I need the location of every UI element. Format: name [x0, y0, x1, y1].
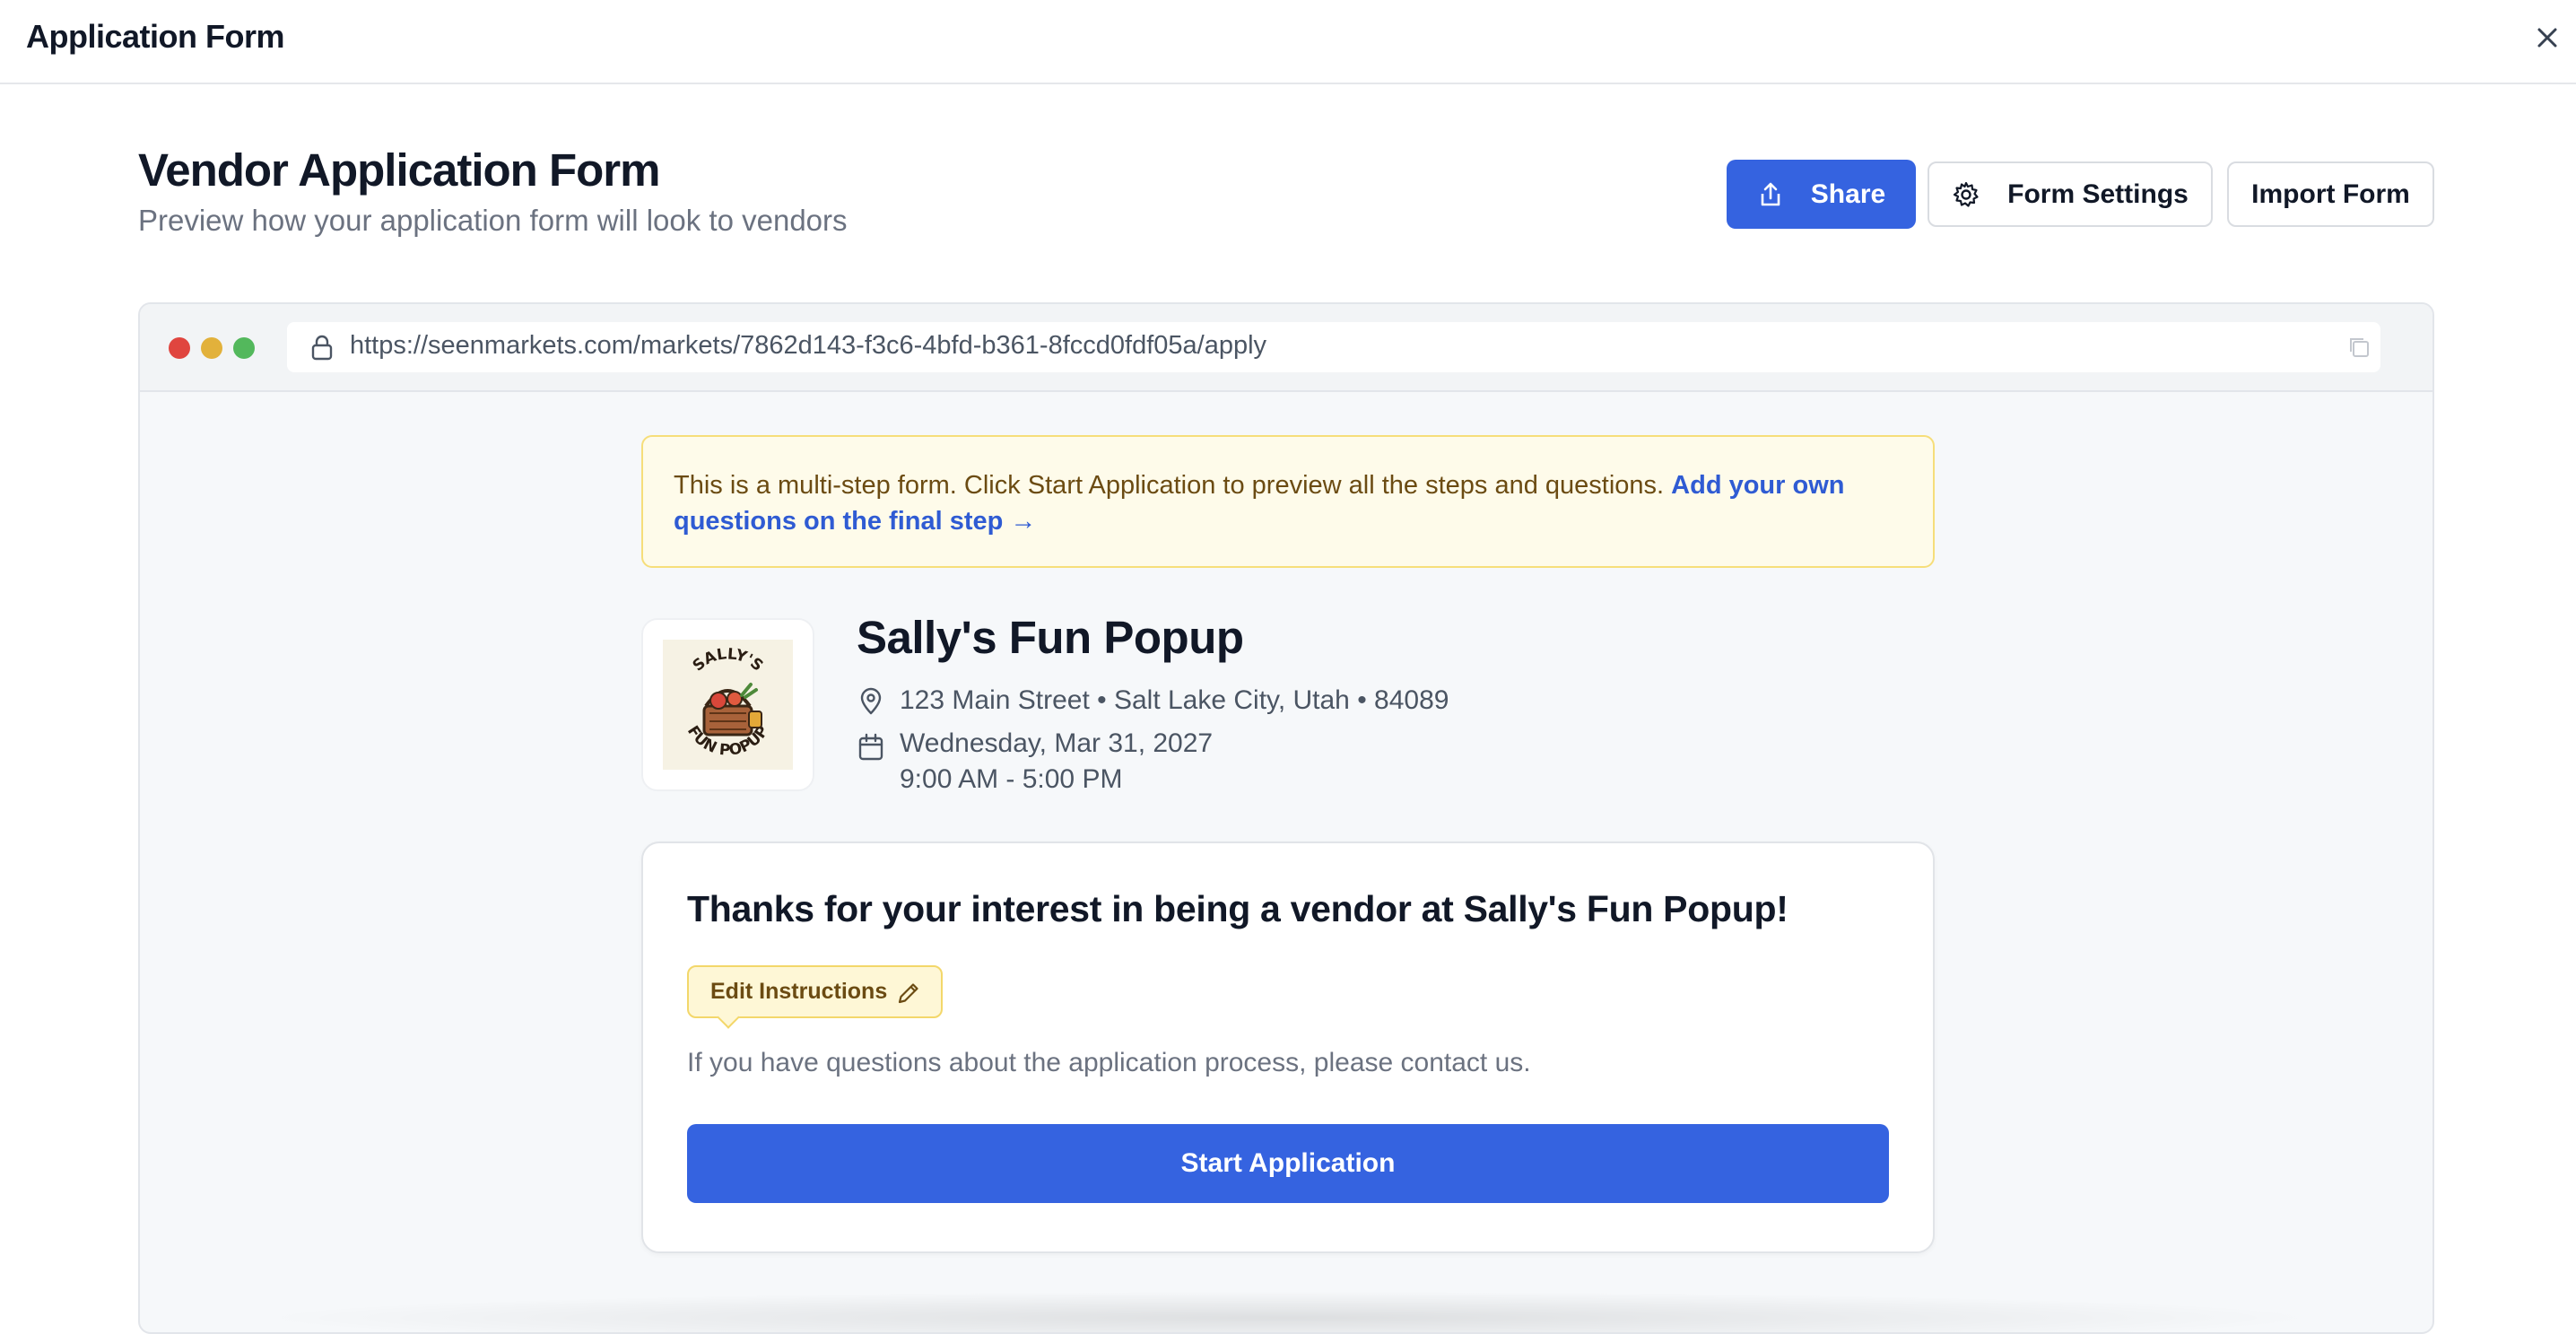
form-settings-button[interactable]: Form Settings: [1928, 161, 2213, 227]
calendar-icon: [858, 733, 883, 761]
gear-icon: [1954, 181, 1979, 207]
card-shadow: [248, 1291, 2328, 1332]
import-form-label: Import Form: [2251, 179, 2410, 209]
window-minimize-dot: [201, 337, 222, 359]
page-subtitle: Preview how your application form will l…: [138, 204, 848, 237]
modal-header: Application Form: [0, 0, 2576, 84]
window-maximize-dot: [233, 337, 255, 359]
market-date: Wednesday, Mar 31, 2027: [900, 728, 1214, 758]
market-logo: SALLY'S FUN POPUP: [641, 618, 814, 791]
close-icon: [2537, 28, 2557, 48]
browser-preview: https://seenmarkets.com/markets/7862d143…: [138, 302, 2434, 1334]
welcome-card: Thanks for your interest in being a vend…: [641, 841, 1935, 1253]
logo-image: SALLY'S FUN POPUP: [663, 640, 793, 770]
notice-text: This is a multi-step form. Click Start A…: [674, 471, 1672, 500]
url-text: https://seenmarkets.com/markets/7862d143…: [350, 331, 1267, 360]
tooltip-tail: [717, 1006, 740, 1029]
card-body-text: If you have questions about the applicat…: [687, 1048, 1531, 1077]
market-name: Sally's Fun Popup: [857, 612, 1244, 663]
window-close-dot: [169, 337, 190, 359]
share-button[interactable]: Share: [1727, 160, 1916, 229]
page-title: Vendor Application Form: [138, 144, 660, 196]
svg-text:SALLY'S: SALLY'S: [690, 645, 767, 675]
modal-title: Application Form: [26, 18, 285, 55]
form-settings-label: Form Settings: [2007, 179, 2189, 209]
map-pin-icon: [860, 687, 882, 715]
card-title: Thanks for your interest in being a vend…: [687, 888, 1788, 929]
edit-instructions-button[interactable]: Edit Instructions: [687, 965, 943, 1029]
share-icon: [1761, 182, 1780, 205]
share-label: Share: [1810, 179, 1886, 209]
copy-icon[interactable]: [2346, 335, 2371, 360]
import-form-button[interactable]: Import Form: [2227, 161, 2434, 227]
edit-instructions-label: Edit Instructions: [710, 979, 888, 1004]
multi-step-notice: This is a multi-step form. Click Start A…: [641, 435, 1935, 568]
lock-icon: [311, 335, 333, 361]
market-time: 9:00 AM - 5:00 PM: [900, 764, 1123, 794]
close-button[interactable]: [2531, 22, 2563, 54]
browser-toolbar: https://seenmarkets.com/markets/7862d143…: [140, 304, 2432, 392]
start-application-button[interactable]: Start Application: [687, 1124, 1889, 1203]
url-bar[interactable]: https://seenmarkets.com/markets/7862d143…: [287, 322, 2380, 372]
market-address: 123 Main Street • Salt Lake City, Utah •…: [900, 685, 1449, 715]
start-application-label: Start Application: [1180, 1148, 1396, 1178]
pencil-icon: [898, 983, 918, 1004]
